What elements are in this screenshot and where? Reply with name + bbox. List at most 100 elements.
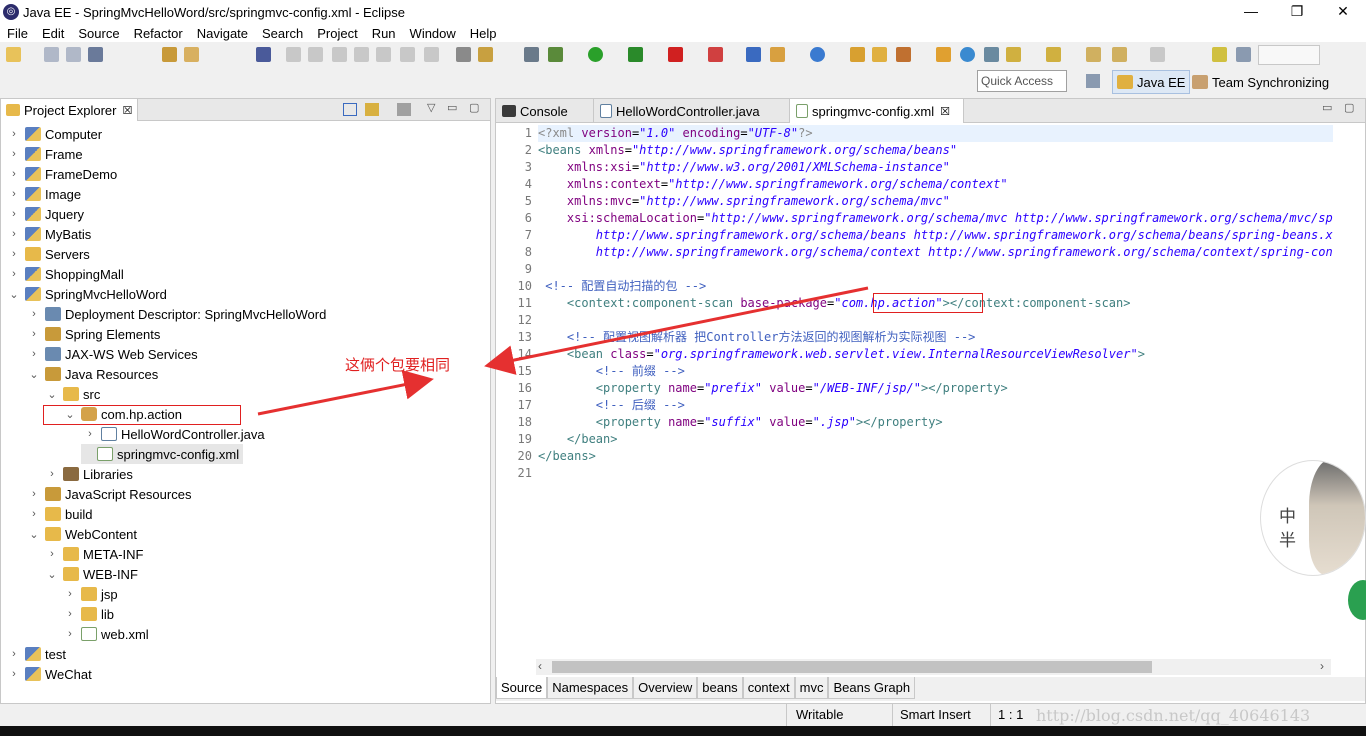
forward-icon[interactable] [1150, 47, 1165, 62]
external-tools-icon[interactable] [896, 47, 911, 62]
drop-to-frame-icon[interactable] [478, 47, 493, 62]
open-resource-icon[interactable] [184, 47, 199, 62]
tree-item[interactable]: › build [29, 504, 92, 524]
print-icon[interactable] [88, 47, 103, 62]
back-icon[interactable] [1112, 47, 1127, 62]
run-icon[interactable] [588, 47, 603, 62]
new-server-icon[interactable] [746, 47, 761, 62]
menu-navigate[interactable]: Navigate [190, 26, 255, 41]
chevron-down-icon[interactable]: ⌄ [47, 568, 57, 581]
debug-icon[interactable] [548, 47, 563, 62]
tree-item[interactable]: › Jquery [9, 204, 84, 224]
coverage-icon[interactable] [524, 47, 539, 62]
chevron-right-icon[interactable]: › [85, 428, 95, 440]
tree-item[interactable]: › FrameDemo [9, 164, 117, 184]
browser-icon[interactable] [960, 47, 975, 62]
chevron-right-icon[interactable]: › [65, 588, 75, 600]
tree-item[interactable]: › Frame [9, 144, 82, 164]
tree-item[interactable]: › test [9, 644, 66, 664]
minimize-editor-icon[interactable]: ▭ [1322, 101, 1332, 114]
minimize-view-icon[interactable]: ▭ [447, 101, 457, 114]
chevron-right-icon[interactable]: › [9, 248, 19, 260]
tree-item[interactable]: › Servers [9, 244, 90, 264]
chevron-down-icon[interactable]: ⌄ [29, 528, 39, 541]
tree-item[interactable]: › HelloWordController.java [85, 424, 264, 444]
suspend-icon[interactable] [308, 47, 323, 62]
chevron-down-icon[interactable]: ⌄ [29, 368, 39, 381]
tree-item[interactable]: › META-INF [47, 544, 143, 564]
tree-item[interactable]: › Computer [9, 124, 102, 144]
page-tab-beans[interactable]: beans [697, 677, 743, 699]
chevron-right-icon[interactable]: › [9, 208, 19, 220]
new-icon[interactable] [6, 47, 21, 62]
tree-item[interactable]: › Image [9, 184, 81, 204]
chevron-right-icon[interactable]: › [9, 668, 19, 680]
chevron-right-icon[interactable]: › [9, 268, 19, 280]
tree-item[interactable]: › web.xml [65, 624, 149, 644]
chevron-right-icon[interactable]: › [9, 228, 19, 240]
page-tab-context[interactable]: context [742, 677, 795, 699]
save-icon[interactable] [44, 47, 59, 62]
pin-editor-icon[interactable] [1212, 47, 1227, 62]
tree-item[interactable]: › MyBatis [9, 224, 91, 244]
tree-item[interactable]: ⌄ SpringMvcHelloWord [9, 284, 166, 304]
chevron-right-icon[interactable]: › [29, 328, 39, 340]
tree-item[interactable]: springmvc-config.xml [81, 444, 244, 464]
use-step-filters-icon[interactable] [456, 47, 471, 62]
chevron-right-icon[interactable]: › [9, 148, 19, 160]
step-over-icon[interactable] [400, 47, 415, 62]
chevron-right-icon[interactable]: › [9, 648, 19, 660]
tree-item[interactable]: › Libraries [47, 464, 133, 484]
next-annotation-icon[interactable] [1006, 47, 1021, 62]
chevron-right-icon[interactable]: › [47, 548, 57, 560]
close-icon[interactable]: ☒ [122, 104, 132, 117]
chevron-down-icon[interactable]: ⌄ [9, 288, 19, 301]
tab-springmvc-config[interactable]: springmvc-config.xml ☒ [790, 99, 964, 123]
open-perspective-icon[interactable] [1086, 74, 1100, 88]
chevron-right-icon[interactable]: › [9, 128, 19, 140]
code-text[interactable]: <?xml version="1.0" encoding="UTF-8"?> <… [538, 125, 1333, 657]
tree-item[interactable]: › lib [65, 604, 114, 624]
chevron-right-icon[interactable]: › [47, 468, 57, 480]
prev-annotation-icon[interactable] [1046, 47, 1061, 62]
close-icon[interactable]: ☒ [940, 105, 950, 118]
disconnect-icon[interactable] [354, 47, 369, 62]
maximize-editor-icon[interactable]: ▢ [1344, 101, 1354, 114]
tree-item[interactable]: ⌄ WEB-INF [47, 564, 138, 584]
deploy-icon[interactable] [708, 47, 723, 62]
focus-icon[interactable] [397, 103, 411, 116]
tree-item[interactable]: › Deployment Descriptor: SpringMvcHelloWo… [29, 304, 326, 324]
menu-file[interactable]: File [0, 26, 35, 41]
tree-item[interactable]: ⌄ WebContent [29, 524, 137, 544]
maximize-button[interactable]: ❐ [1274, 0, 1320, 24]
chevron-right-icon[interactable]: › [29, 508, 39, 520]
skip-breakpoints-icon[interactable] [256, 47, 271, 62]
chevron-down-icon[interactable]: ⌄ [47, 388, 57, 401]
tab-hellowordcontroller[interactable]: HelloWordController.java [594, 99, 790, 123]
horizontal-scrollbar[interactable]: ‹ › [536, 659, 1331, 675]
page-tab-namespaces[interactable]: Namespaces [547, 677, 634, 699]
new-web-icon[interactable] [770, 47, 785, 62]
open-folder-icon[interactable] [872, 47, 887, 62]
chevron-right-icon[interactable]: › [9, 168, 19, 180]
tree-item[interactable]: › JavaScript Resources [29, 484, 191, 504]
tree-item[interactable]: › jsp [65, 584, 117, 604]
tree-item[interactable]: › ShoppingMall [9, 264, 124, 284]
scroll-left-icon[interactable]: ‹ [538, 659, 542, 673]
menu-help[interactable]: Help [463, 26, 504, 41]
chevron-right-icon[interactable]: › [29, 308, 39, 320]
grid-icon[interactable] [1236, 47, 1251, 62]
tree-item[interactable]: ⌄ Java Resources [29, 364, 158, 384]
combo-dropdown[interactable] [1258, 45, 1320, 65]
quick-access-input[interactable]: Quick Access [977, 70, 1067, 92]
perspective-team-sync[interactable]: Team Synchronizing [1188, 70, 1333, 94]
chevron-right-icon[interactable]: › [29, 348, 39, 360]
collapse-all-icon[interactable] [343, 103, 357, 116]
step-into-icon[interactable] [376, 47, 391, 62]
tree-item[interactable]: › WeChat [9, 664, 92, 684]
stop-server-icon[interactable] [668, 47, 683, 62]
perspective-java-ee[interactable]: Java EE [1112, 70, 1191, 94]
close-button[interactable]: ✕ [1320, 0, 1366, 24]
minimize-button[interactable]: — [1228, 0, 1274, 24]
open-package-icon[interactable] [850, 47, 865, 62]
